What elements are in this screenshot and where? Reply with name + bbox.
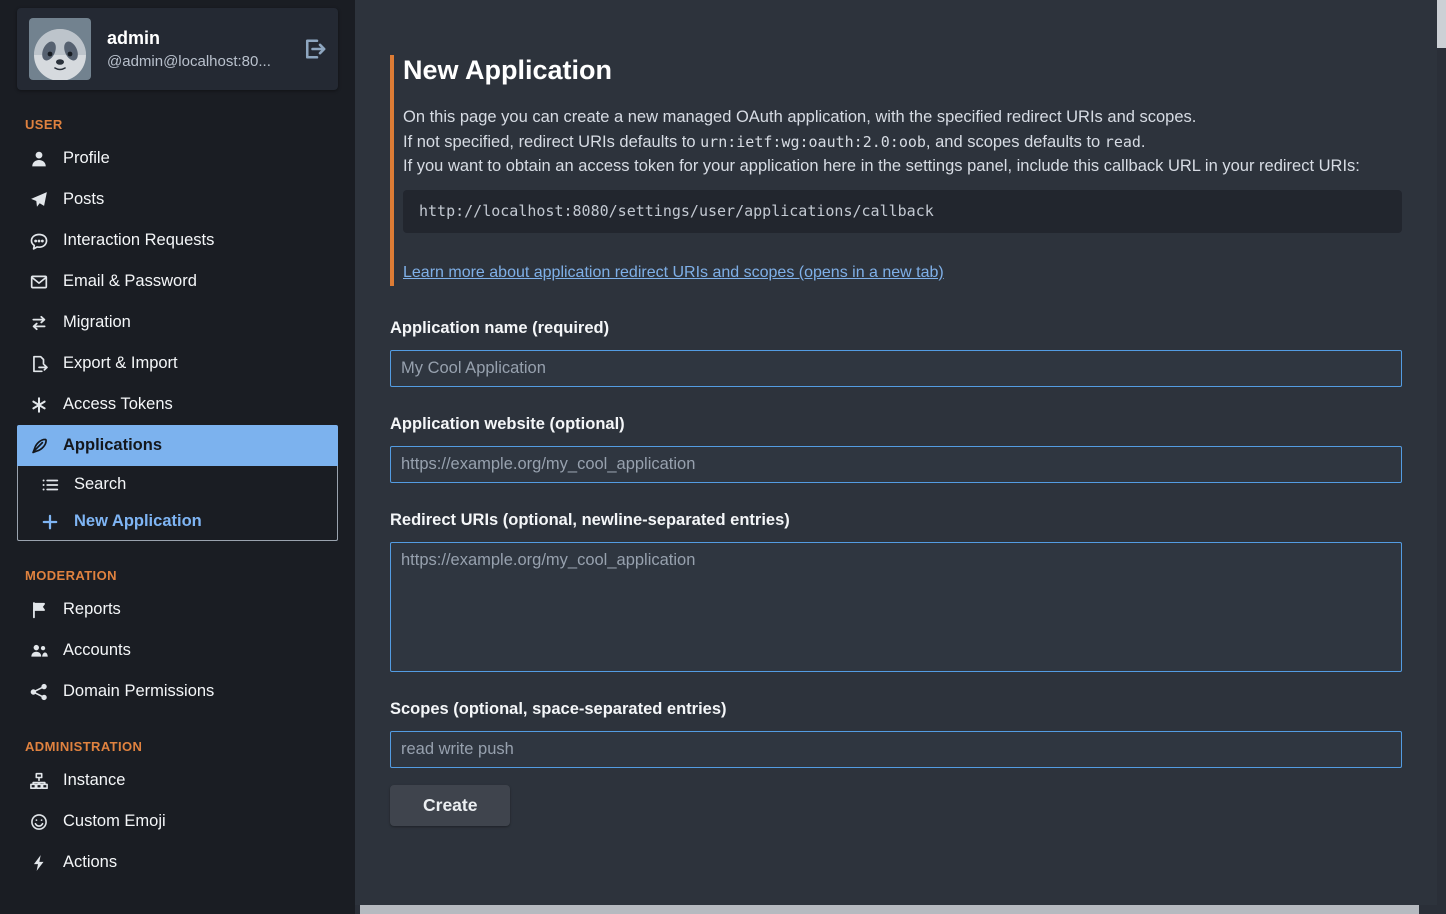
sidebar-item-reports[interactable]: Reports <box>17 589 338 630</box>
intro-line-2: If not specified, redirect URIs defaults… <box>403 130 1402 155</box>
sidebar-item-custom-emoji[interactable]: Custom Emoji <box>17 801 338 842</box>
smiley-icon <box>30 813 48 831</box>
sidebar-item-label: Actions <box>63 853 117 872</box>
learn-more-link[interactable]: Learn more about application redirect UR… <box>403 264 944 282</box>
horizontal-scrollbar[interactable] <box>355 905 1437 914</box>
sidebar-item-label: Accounts <box>63 641 131 660</box>
sidebar-item-label: Access Tokens <box>63 395 173 414</box>
user-meta: admin @admin@localhost:80... <box>107 28 271 70</box>
create-button[interactable]: Create <box>390 785 510 826</box>
section-label-administration: ADMINISTRATION <box>25 739 338 754</box>
sidebar-item-label: Applications <box>63 436 162 455</box>
new-application-form: Application name (required) Application … <box>390 319 1402 826</box>
user-icon <box>30 150 48 168</box>
vertical-scrollbar-thumb[interactable] <box>1437 0 1446 48</box>
scopes-input[interactable] <box>390 731 1402 768</box>
bolt-icon <box>30 854 48 872</box>
sidebar-item-actions[interactable]: Actions <box>17 842 338 883</box>
paper-plane-icon <box>30 191 48 209</box>
section-label-user: USER <box>25 117 338 132</box>
sidebar-item-applications[interactable]: Applications <box>17 425 338 466</box>
sidebar-item-label: Posts <box>63 190 104 209</box>
intro-2-pre: If not specified, redirect URIs defaults… <box>403 133 700 151</box>
sidebar-item-posts[interactable]: Posts <box>17 179 338 220</box>
redirect-uris-label: Redirect URIs (optional, newline-separat… <box>390 511 1402 530</box>
applications-submenu: Search New Application <box>17 466 338 541</box>
redirect-uris-textarea[interactable] <box>390 542 1402 672</box>
default-scope-code: read <box>1105 133 1141 151</box>
sidebar-item-domain-permissions[interactable]: Domain Permissions <box>17 671 338 712</box>
callback-url: http://localhost:8080/settings/user/appl… <box>419 202 934 220</box>
user-handle: @admin@localhost:80... <box>107 53 271 70</box>
intro-2-post: . <box>1141 133 1146 151</box>
sitemap-icon <box>30 772 48 790</box>
sidebar-item-label: New Application <box>74 512 202 531</box>
vertical-scrollbar[interactable] <box>1437 0 1446 914</box>
default-redirect-uri-code: urn:ietf:wg:oauth:2.0:oob <box>700 133 926 151</box>
sidebar-item-label: Migration <box>63 313 131 332</box>
main-panel: New Application On this page you can cre… <box>355 0 1446 914</box>
page-title: New Application <box>403 55 1402 86</box>
application-website-label: Application website (optional) <box>390 415 1402 434</box>
feather-icon <box>30 437 48 455</box>
sidebar-item-accounts[interactable]: Accounts <box>17 630 338 671</box>
applications-nav-group: Applications Search New Application <box>17 425 338 541</box>
logout-icon[interactable] <box>302 37 326 61</box>
envelope-lock-icon <box>30 273 48 291</box>
file-export-icon <box>30 355 48 373</box>
application-name-input[interactable] <box>390 350 1402 387</box>
section-label-moderation: MODERATION <box>25 568 338 583</box>
sidebar-item-migration[interactable]: Migration <box>17 302 338 343</box>
user-name: admin <box>107 28 271 49</box>
sidebar-item-new-application[interactable]: New Application <box>18 503 337 540</box>
comment-dots-icon <box>30 232 48 250</box>
app-layout: admin @admin@localhost:80... USER Profil… <box>0 0 1446 914</box>
sidebar-item-label: Search <box>74 475 126 494</box>
sidebar-item-label: Domain Permissions <box>63 682 214 701</box>
sidebar-item-label: Reports <box>63 600 121 619</box>
horizontal-scrollbar-thumb[interactable] <box>360 905 1419 914</box>
scopes-label: Scopes (optional, space-separated entrie… <box>390 700 1402 719</box>
sidebar-item-label: Export & Import <box>63 354 178 373</box>
sidebar-item-instance[interactable]: Instance <box>17 760 338 801</box>
sidebar-item-label: Custom Emoji <box>63 812 166 831</box>
intro-line-1: On this page you can create a new manage… <box>403 105 1402 130</box>
flag-icon <box>30 601 48 619</box>
application-name-label: Application name (required) <box>390 319 1402 338</box>
sidebar: admin @admin@localhost:80... USER Profil… <box>0 0 355 914</box>
intro-line-3: If you want to obtain an access token fo… <box>403 154 1402 179</box>
share-nodes-icon <box>30 683 48 701</box>
sidebar-item-label: Email & Password <box>63 272 197 291</box>
plus-icon <box>41 513 59 531</box>
sidebar-item-label: Profile <box>63 149 110 168</box>
sidebar-item-access-tokens[interactable]: Access Tokens <box>17 384 338 425</box>
user-card[interactable]: admin @admin@localhost:80... <box>17 8 338 90</box>
list-icon <box>41 476 59 494</box>
sidebar-item-profile[interactable]: Profile <box>17 138 338 179</box>
sidebar-item-label: Interaction Requests <box>63 231 214 250</box>
users-icon <box>30 642 48 660</box>
arrows-left-right-icon <box>30 314 48 332</box>
sidebar-item-export-import[interactable]: Export & Import <box>17 343 338 384</box>
asterisk-icon <box>30 396 48 414</box>
sidebar-item-email-password[interactable]: Email & Password <box>17 261 338 302</box>
sidebar-item-label: Instance <box>63 771 125 790</box>
avatar <box>29 18 91 80</box>
page-header: New Application On this page you can cre… <box>390 55 1402 286</box>
sidebar-item-search[interactable]: Search <box>18 466 337 503</box>
sidebar-item-interaction-requests[interactable]: Interaction Requests <box>17 220 338 261</box>
intro-2-mid: , and scopes defaults to <box>926 133 1105 151</box>
application-website-input[interactable] <box>390 446 1402 483</box>
callback-url-box: http://localhost:8080/settings/user/appl… <box>403 190 1402 233</box>
